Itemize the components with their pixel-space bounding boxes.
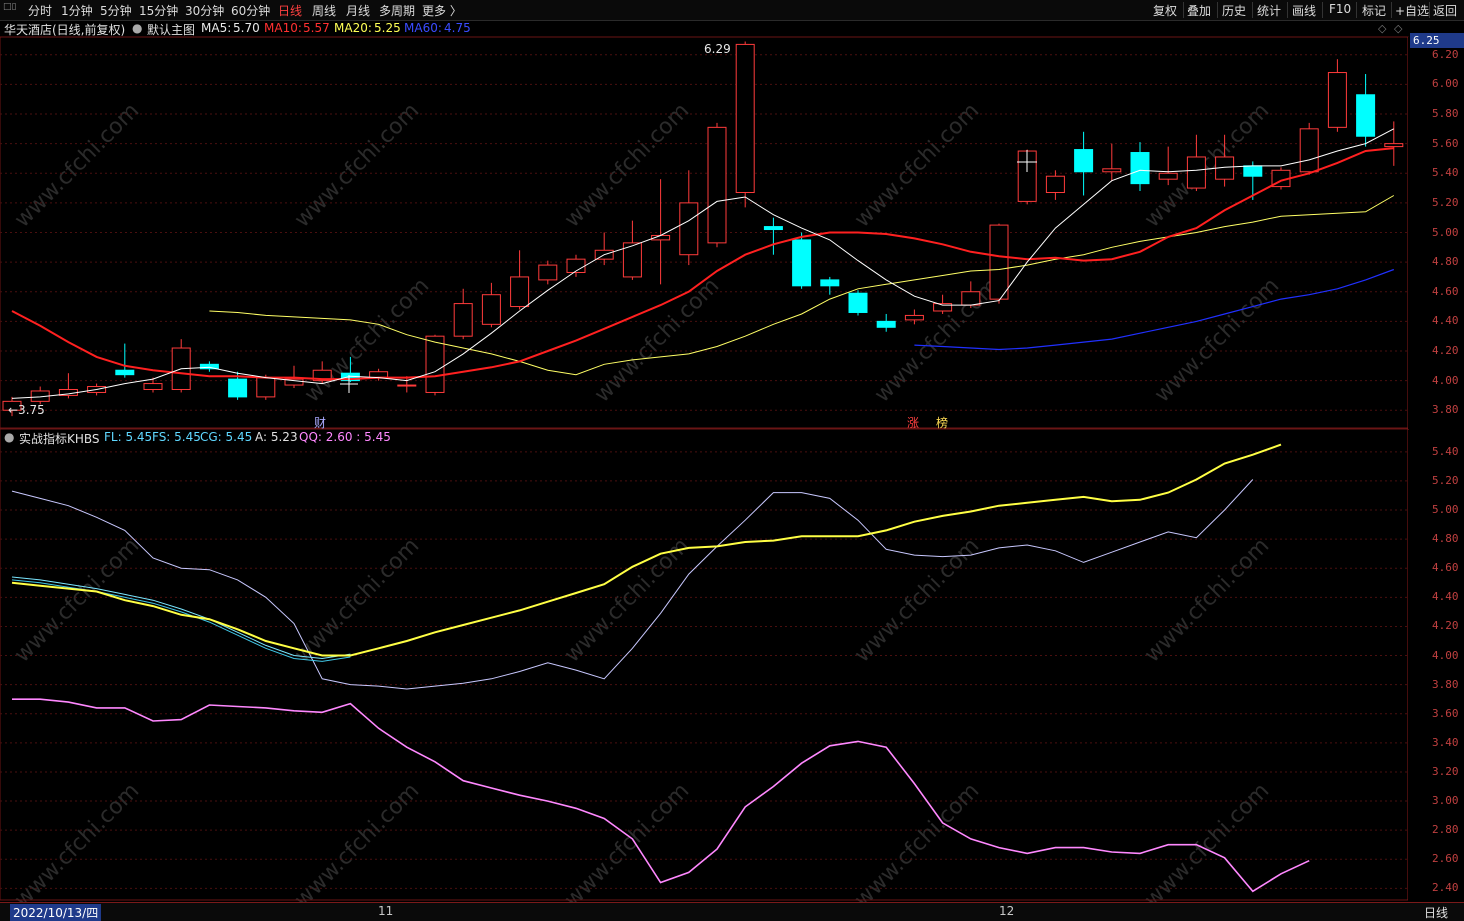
cg-line bbox=[11, 576, 351, 660]
indicator-tick-label: 2.60 bbox=[1432, 852, 1459, 866]
price-tick-label: 4.00 bbox=[1432, 373, 1459, 387]
indicator-tick-label: 4.60 bbox=[1432, 561, 1459, 575]
price-tick-label: 6.20 bbox=[1432, 47, 1459, 61]
cursor-date: 2022/10/13/四 bbox=[10, 904, 102, 921]
candle-down bbox=[792, 239, 812, 287]
price-tick-label: 6.00 bbox=[1432, 77, 1459, 91]
indicator-tick-label: 3.40 bbox=[1432, 735, 1459, 749]
price-tick-label: 5.00 bbox=[1432, 225, 1459, 239]
indicator-tick-label: 3.80 bbox=[1432, 677, 1459, 691]
high-price-label: 6.29 bbox=[704, 42, 731, 56]
indicator-tick-label: 3.00 bbox=[1432, 794, 1459, 808]
candle-up bbox=[679, 202, 699, 256]
indicator-axis: 5.40 5.20 5.00 4.80 4.60 4.40 4.20 4.00 3.80 3.60… bbox=[1408, 430, 1464, 901]
candle-up bbox=[510, 276, 530, 308]
candle-up bbox=[707, 126, 727, 244]
candle-up bbox=[143, 383, 163, 390]
event-marker-zhang[interactable]: 涨 bbox=[907, 414, 919, 431]
ma10-line bbox=[11, 147, 1394, 381]
candle-up bbox=[961, 291, 981, 306]
candle-up bbox=[1186, 156, 1206, 189]
candle-down bbox=[820, 279, 840, 287]
indicator-tick-label: 5.40 bbox=[1432, 444, 1459, 458]
price-tick-label: 5.20 bbox=[1432, 195, 1459, 209]
indicator-tick-label: 2.40 bbox=[1432, 881, 1459, 895]
candle-up bbox=[256, 377, 276, 398]
cg-value: CG: 5.45 bbox=[200, 430, 253, 444]
indicator-tick-label: 4.20 bbox=[1432, 619, 1459, 633]
ma60-line bbox=[914, 268, 1395, 351]
a-value: A: 5.23 bbox=[255, 430, 298, 444]
candle-up bbox=[735, 43, 755, 194]
price-axis: 6.20 6.00 5.80 5.60 5.40 5.20 5.00 4.80 4.60 4.40… bbox=[1408, 37, 1464, 429]
time-axis: 2022/10/13/四 11 12 日线 bbox=[0, 902, 1464, 921]
indicator-tick-label: 2.80 bbox=[1432, 823, 1459, 837]
qq-value: QQ: 2.60 : 5.45 bbox=[299, 430, 391, 444]
candle-up bbox=[1299, 128, 1319, 173]
candle-down bbox=[1074, 149, 1094, 173]
candle-up bbox=[397, 384, 417, 387]
candle-down bbox=[1130, 152, 1150, 185]
price-tick-label: 4.20 bbox=[1432, 343, 1459, 357]
low-price-label: ←3.75 bbox=[8, 403, 45, 417]
indicator-name[interactable]: 实战指标KHBS bbox=[19, 430, 100, 447]
indicator-tick-label: 5.20 bbox=[1432, 473, 1459, 487]
candle-up bbox=[425, 335, 445, 393]
candle-up bbox=[904, 314, 924, 321]
price-tick-label: 5.40 bbox=[1432, 166, 1459, 180]
candle-up bbox=[453, 303, 473, 337]
kline-chart[interactable] bbox=[0, 0, 1464, 920]
ma5-line bbox=[11, 128, 1395, 399]
current-price-box: 6.25 bbox=[1410, 33, 1464, 48]
candle-down bbox=[848, 292, 868, 313]
candle-up bbox=[538, 264, 558, 281]
candle-up bbox=[1102, 168, 1122, 173]
event-marker-bang[interactable]: 榜 bbox=[936, 414, 948, 431]
indicator-tick-label: 4.00 bbox=[1432, 648, 1459, 662]
candle-up bbox=[989, 224, 1009, 300]
candle-down bbox=[228, 378, 248, 398]
price-tick-label: 4.80 bbox=[1432, 255, 1459, 269]
price-tick-label: 4.40 bbox=[1432, 314, 1459, 328]
qq-line bbox=[12, 698, 1310, 893]
candle-up bbox=[1384, 143, 1404, 148]
indicator-tick-label: 3.20 bbox=[1432, 764, 1459, 778]
month-label-11: 11 bbox=[378, 904, 394, 918]
indicator-tick-label: 4.40 bbox=[1432, 590, 1459, 604]
indicator-tick-label: 3.60 bbox=[1432, 706, 1459, 720]
candle-down bbox=[876, 320, 896, 328]
price-tick-label: 3.80 bbox=[1432, 403, 1459, 417]
a-line bbox=[11, 479, 1254, 690]
candle-up bbox=[1327, 72, 1347, 128]
candle-up bbox=[1045, 175, 1065, 194]
candle-down bbox=[1356, 94, 1376, 137]
candle-down bbox=[763, 226, 783, 231]
indicator-tick-label: 4.80 bbox=[1432, 532, 1459, 546]
fl-value: FL: 5.45 bbox=[104, 430, 153, 444]
price-tick-label: 4.60 bbox=[1432, 284, 1459, 298]
candle-up bbox=[481, 294, 501, 325]
sub-frame bbox=[0, 428, 1409, 901]
candle-up bbox=[1158, 172, 1178, 180]
fs-value: FS: 5.45 bbox=[152, 430, 201, 444]
price-tick-label: 5.80 bbox=[1432, 107, 1459, 120]
candle-down bbox=[115, 369, 135, 376]
period-indicator: 日线 bbox=[1424, 906, 1449, 920]
candle-down bbox=[1243, 165, 1263, 177]
month-label-12: 12 bbox=[999, 904, 1015, 918]
price-tick-label: 5.60 bbox=[1432, 136, 1459, 150]
event-marker-cai[interactable]: 财 bbox=[314, 414, 326, 431]
indicator-tick-label: 5.00 bbox=[1432, 503, 1459, 517]
fl-line bbox=[11, 443, 1282, 657]
indicator-dropdown-icon[interactable]: ● bbox=[4, 430, 14, 444]
